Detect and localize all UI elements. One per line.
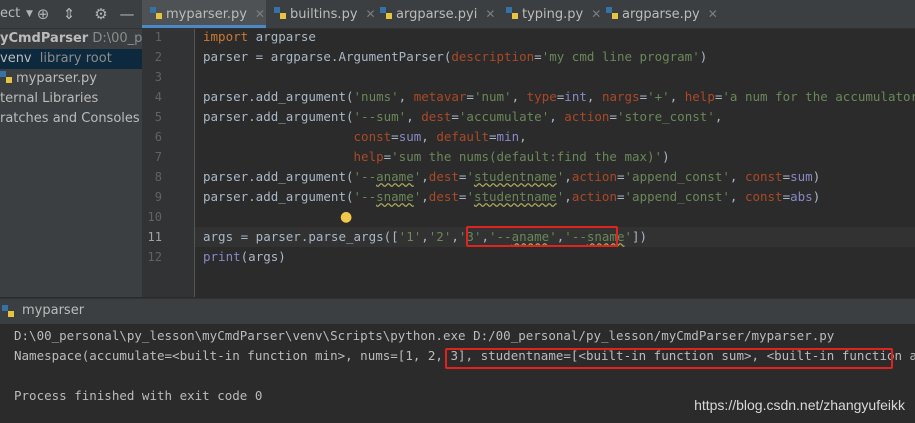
code-line: parser.add_argument('--sum', dest='accum… xyxy=(203,109,723,124)
code-line: parser.add_argument('--aname',dest='stud… xyxy=(203,169,821,184)
python-file-icon xyxy=(0,71,12,83)
run-config-title[interactable]: myparser xyxy=(22,303,84,318)
tab-builtins[interactable]: builtins.py ✕ xyxy=(266,0,376,28)
editor-gutter: 1 2 3 4 5 6 7 8 9 10 11 12 xyxy=(142,29,195,297)
tree-item-external-libraries[interactable]: ternal Libraries xyxy=(0,89,98,109)
highlight-box xyxy=(445,348,893,369)
run-console-output[interactable]: D:\00_personal\py_lesson\myCmdParser\ven… xyxy=(0,324,915,423)
lightbulb-icon[interactable]: ● xyxy=(340,207,352,227)
collapse-icon[interactable]: ⇕ xyxy=(59,4,79,24)
tree-item-label: ternal Libraries xyxy=(0,91,99,106)
tree-item-scratches[interactable]: ratches and Consoles xyxy=(0,109,140,129)
tab-label: builtins.py xyxy=(290,7,358,22)
project-toolbar: ect ▼ ⊕ ⇕ ⚙ — xyxy=(0,0,142,29)
code-editor[interactable]: import argparse parser = argparse.Argume… xyxy=(195,29,915,297)
code-line: parser.add_argument('--sname',dest='stud… xyxy=(203,189,821,204)
line-number: 4 xyxy=(154,90,162,104)
code-line: parser = argparse.ArgumentParser(descrip… xyxy=(203,49,708,64)
tab-label: myparser.py xyxy=(166,7,247,22)
line-number: 7 xyxy=(154,150,162,164)
close-icon[interactable]: ✕ xyxy=(708,7,718,21)
python-file-icon xyxy=(274,7,286,19)
tree-item-hint: library root xyxy=(39,51,112,66)
close-icon[interactable]: ✕ xyxy=(255,7,265,21)
tab-label: argparse.py xyxy=(622,7,700,22)
code-line: import argparse xyxy=(203,29,316,44)
highlight-box xyxy=(466,226,618,247)
tab-typing[interactable]: typing.py ✕ xyxy=(498,0,601,28)
close-icon[interactable]: ✕ xyxy=(485,7,495,21)
editor-tabs: myparser.py ✕ builtins.py ✕ argparse.pyi ✕ … xyxy=(142,0,915,29)
code-line: print(args) xyxy=(203,249,286,264)
code-line: parser.add_argument('nums', metavar='num… xyxy=(203,89,915,104)
tree-item-project[interactable]: yCmdParser D:\00_perso xyxy=(0,29,142,49)
python-run-icon xyxy=(2,305,14,317)
tree-item-myparser[interactable]: myparser.py xyxy=(0,69,97,89)
gear-icon[interactable]: ⚙ xyxy=(91,4,111,24)
python-file-icon xyxy=(606,7,618,19)
tree-item-label: ratches and Consoles xyxy=(0,111,140,126)
target-icon[interactable]: ⊕ xyxy=(33,4,53,24)
console-line: D:\00_personal\py_lesson\myCmdParser\ven… xyxy=(14,328,835,343)
tab-argparse[interactable]: argparse.py ✕ xyxy=(598,0,718,28)
line-number: 12 xyxy=(147,250,162,264)
watermark: https://blog.csdn.net/zhangyufeikk xyxy=(694,397,905,413)
project-view-selector[interactable]: ect xyxy=(0,6,20,21)
line-number: 2 xyxy=(154,50,162,64)
tree-item-label: yCmdParser xyxy=(0,31,89,46)
python-file-icon xyxy=(380,7,392,19)
python-file-icon xyxy=(506,7,518,19)
line-number: 6 xyxy=(154,130,162,144)
line-number: 10 xyxy=(147,210,162,224)
python-file-icon xyxy=(150,7,162,19)
project-tree: yCmdParser D:\00_perso venv library root… xyxy=(0,29,142,297)
line-number: 8 xyxy=(154,170,162,184)
line-number: 9 xyxy=(154,190,162,204)
tree-item-hint: D:\00_perso xyxy=(92,31,142,46)
line-number-current: 11 xyxy=(147,230,162,244)
line-number: 5 xyxy=(154,110,162,124)
tab-label: argparse.pyi xyxy=(396,7,478,22)
tab-argparse-pyi[interactable]: argparse.pyi ✕ xyxy=(372,0,498,28)
run-panel-header: myparser xyxy=(0,298,915,324)
minimize-icon[interactable]: — xyxy=(117,4,137,24)
code-line: help='sum the nums(default:find the max)… xyxy=(353,149,670,164)
tree-item-venv[interactable]: venv library root xyxy=(0,49,142,69)
line-number: 1 xyxy=(154,30,162,44)
chevron-down-icon[interactable]: ▼ xyxy=(26,9,33,19)
tab-label: typing.py xyxy=(522,7,584,22)
tab-myparser[interactable]: myparser.py ✕ xyxy=(142,0,266,28)
console-line: Process finished with exit code 0 xyxy=(14,388,263,403)
tree-item-label: venv xyxy=(0,51,32,66)
tree-item-label: myparser.py xyxy=(16,71,97,86)
line-number: 3 xyxy=(154,70,162,84)
code-line: const=sum, default=min, xyxy=(353,129,527,144)
